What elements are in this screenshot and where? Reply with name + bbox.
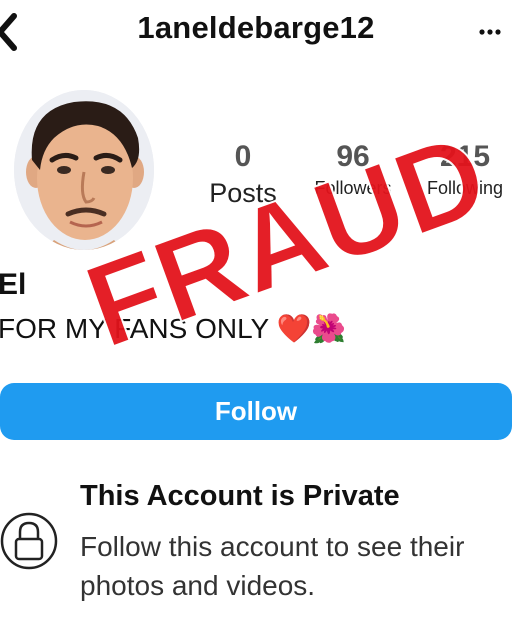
private-account-title: This Account is Private — [80, 480, 400, 512]
profile-username: 1aneldebarge12 — [137, 10, 375, 45]
more-options-icon[interactable] — [470, 14, 510, 44]
lock-icon — [0, 512, 58, 570]
follow-button[interactable]: Follow — [0, 383, 512, 440]
profile-display-name: El — [0, 268, 27, 301]
private-account-message: Follow this account to see their photos … — [80, 531, 465, 601]
